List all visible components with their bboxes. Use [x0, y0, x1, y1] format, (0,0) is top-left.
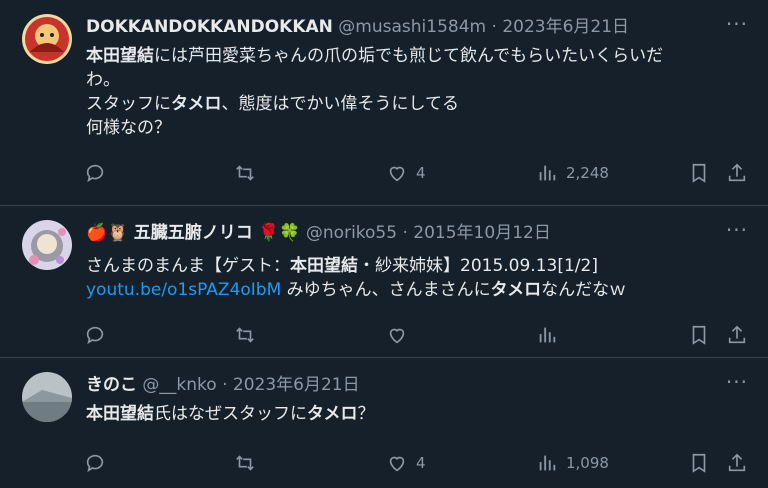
display-name[interactable]: DOKKANDOKKANDOKKAN [86, 17, 333, 37]
views-button[interactable] [536, 324, 558, 346]
text-span: さんまのまんま【ゲスト： [86, 256, 290, 276]
separator: · [491, 17, 497, 37]
highlight: タメロ [307, 404, 358, 424]
action-bar: 4 1,098 [84, 452, 750, 476]
share-icon [728, 325, 746, 344]
avatar[interactable] [22, 220, 72, 270]
views-icon [539, 327, 556, 343]
tweet-date[interactable]: 2023年6月21日 [233, 375, 360, 395]
more-icon[interactable]: ··· [726, 218, 748, 242]
user-handle[interactable]: @noriko55 [306, 223, 397, 243]
bookmark-button[interactable] [688, 162, 710, 184]
tweet-text: 本田望結氏はなぜスタッフにタメロ？ [86, 402, 744, 426]
text-span: スタッフに [86, 94, 171, 114]
text-span: ・紗来姉妹】2015.09.13[1/2] [358, 256, 598, 276]
share-button[interactable] [726, 162, 748, 184]
user-handle[interactable]: @__knko [142, 375, 216, 395]
more-icon[interactable]: ··· [726, 12, 748, 36]
tweet-text: さんまのまんま【ゲスト：本田望結・紗来姉妹】2015.09.13[1/2] yo… [86, 254, 744, 302]
tweet-header: DOKKANDOKKANDOKKAN @musashi1584m · 2023年… [86, 16, 708, 38]
bookmark-button[interactable] [688, 324, 710, 346]
like-icon [389, 166, 405, 182]
text-span: 氏はなぜスタッフに [154, 404, 307, 424]
bookmark-icon [692, 163, 706, 183]
like-button[interactable]: 4 [386, 162, 426, 184]
text-span: みゆちゃん、さんまさんに [281, 280, 491, 300]
tweet-date[interactable]: 2023年6月21日 [502, 17, 629, 37]
avatar[interactable] [22, 14, 72, 64]
retweet-icon [236, 327, 254, 343]
reply-icon [86, 164, 104, 183]
separator: · [402, 223, 408, 243]
share-icon [728, 163, 746, 182]
views-icon [539, 165, 556, 181]
like-button[interactable]: 4 [386, 452, 426, 474]
tweet[interactable]: きのこ @__knko · 2023年6月21日 ··· 本田望結氏はなぜスタッ… [0, 358, 768, 488]
share-button[interactable] [726, 452, 748, 474]
retweet-icon [236, 455, 254, 471]
highlight: タメロ [490, 280, 542, 300]
more-icon[interactable]: ··· [726, 370, 748, 394]
display-name[interactable]: きのこ [86, 375, 137, 395]
highlight: タメロ [171, 94, 222, 114]
views-button[interactable]: 2,248 [536, 162, 609, 184]
views-button[interactable]: 1,098 [536, 452, 609, 474]
tweet[interactable]: 🍎🦉 五臓五腑ノリコ 🌹🍀 @noriko55 · 2015年10月12日 ··… [0, 206, 768, 358]
tweet-header: 🍎🦉 五臓五腑ノリコ 🌹🍀 @noriko55 · 2015年10月12日 [86, 222, 708, 244]
text-span: わ。 [86, 70, 120, 90]
highlight: 本田望結 [290, 256, 358, 276]
tweet-text: 本田望結には芦田愛菜ちゃんの爪の垢でも煎じて飲んでもらいたいくらいだ わ。 スタ… [86, 44, 744, 140]
youtube-link[interactable]: youtu.be/o1sPAZ4oIbM [86, 280, 281, 300]
text-span: なんだなｗ [541, 280, 627, 300]
retweet-button[interactable] [234, 162, 256, 184]
like-icon [389, 328, 405, 344]
like-count: 4 [416, 454, 426, 472]
bookmark-button[interactable] [688, 452, 710, 474]
text-span: 何様なの？ [86, 118, 171, 138]
text-span: には芦田愛菜ちゃんの爪の垢でも煎じて飲んでもらいたいくらいだ [154, 46, 664, 66]
avatar[interactable] [22, 372, 72, 422]
highlight: 本田望結 [86, 404, 154, 424]
name-emoji: 🍎🦉 [86, 223, 129, 243]
like-icon [389, 456, 405, 472]
reply-icon [86, 326, 104, 345]
user-handle[interactable]: @musashi1584m [338, 17, 486, 37]
separator: · [222, 375, 228, 395]
text-span: ？ [357, 404, 375, 424]
tweet-header: きのこ @__knko · 2023年6月21日 [86, 374, 708, 396]
like-count: 4 [416, 164, 426, 182]
action-bar [84, 324, 750, 348]
highlight: 本田望結 [86, 46, 154, 66]
share-icon [728, 453, 746, 472]
views-count: 1,098 [566, 454, 609, 472]
retweet-button[interactable] [234, 324, 256, 346]
tweet-date[interactable]: 2015年10月12日 [413, 223, 551, 243]
bookmark-icon [692, 325, 706, 345]
retweet-button[interactable] [234, 452, 256, 474]
bookmark-icon [692, 453, 706, 473]
name-emoji: 🌹🍀 [258, 223, 301, 243]
reply-button[interactable] [84, 324, 106, 346]
like-button[interactable] [386, 324, 408, 346]
tweet[interactable]: DOKKANDOKKANDOKKAN @musashi1584m · 2023年… [0, 0, 768, 206]
action-bar: 4 2,248 [84, 162, 750, 186]
reply-button[interactable] [84, 452, 106, 474]
views-count: 2,248 [566, 164, 609, 182]
reply-icon [86, 454, 104, 473]
text-span: 、態度はでかい偉そうにしてる [221, 94, 460, 114]
views-icon [539, 455, 556, 471]
share-button[interactable] [726, 324, 748, 346]
display-name[interactable]: 五臓五腑ノリコ [134, 223, 253, 243]
retweet-icon [236, 165, 254, 181]
reply-button[interactable] [84, 162, 106, 184]
